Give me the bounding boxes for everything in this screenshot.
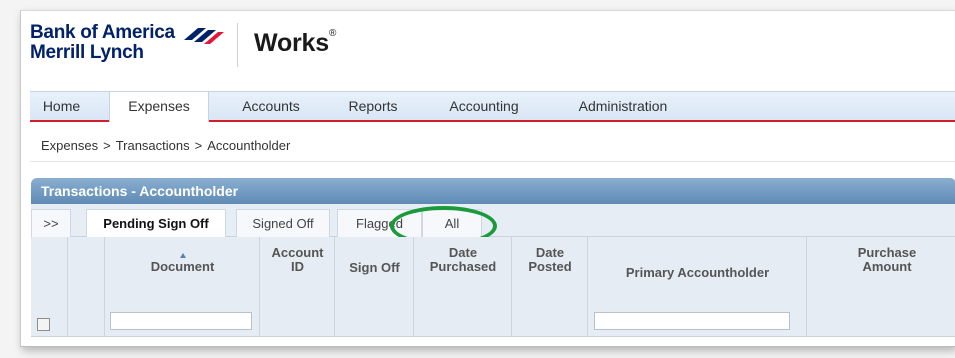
flag-icon xyxy=(184,28,224,44)
nav-administration[interactable]: Administration xyxy=(558,92,688,121)
tab-all[interactable]: All xyxy=(422,209,482,237)
purchase-amount-header[interactable]: Purchase Amount xyxy=(853,246,921,274)
breadcrumb-accountholder: Accountholder xyxy=(207,138,291,153)
date-posted-header[interactable]: Date Posted xyxy=(524,246,576,274)
sign-off-header[interactable]: Sign Off xyxy=(335,261,414,275)
panel-title: Transactions - Accountholder xyxy=(31,178,955,204)
sort-ascending-icon xyxy=(179,253,186,258)
tab-flagged[interactable]: Flagged xyxy=(337,209,422,237)
breadcrumb-transactions[interactable]: Transactions xyxy=(116,138,190,153)
bank-logo: Bank of America Merrill Lynch xyxy=(30,22,224,63)
account-id-header[interactable]: Account ID xyxy=(264,246,331,274)
breadcrumb-expenses[interactable]: Expenses xyxy=(41,138,98,153)
nav-reports[interactable]: Reports xyxy=(333,92,413,121)
app-window: Bank of America Merrill Lynch Works® Hom… xyxy=(20,10,955,347)
transactions-grid: Document Account ID Sign Off Date Purcha… xyxy=(31,237,955,337)
nav-accounts[interactable]: Accounts xyxy=(224,92,318,121)
nav-expenses[interactable]: Expenses xyxy=(109,92,209,122)
nav-home[interactable]: Home xyxy=(34,92,89,121)
primary-accountholder-header[interactable]: Primary Accountholder xyxy=(588,266,807,280)
document-column: Document xyxy=(105,237,260,337)
tab-signed-off[interactable]: Signed Off xyxy=(236,209,330,237)
main-nav: Home Expenses Accounts Reports Accountin… xyxy=(30,91,955,122)
flag-column xyxy=(68,237,105,337)
tab-pending-sign-off[interactable]: Pending Sign Off xyxy=(86,209,226,237)
date-purchased-header[interactable]: Date Purchased xyxy=(426,246,500,274)
document-header[interactable]: Document xyxy=(105,253,260,274)
primary-accountholder-column: Primary Accountholder xyxy=(588,237,807,337)
accountholder-filter-input[interactable] xyxy=(594,312,790,330)
brand-line-1: Bank of America xyxy=(30,22,175,43)
select-all-checkbox[interactable] xyxy=(37,318,50,331)
breadcrumb: Expenses > Transactions > Accountholder xyxy=(41,138,290,153)
account-id-column: Account ID xyxy=(260,237,335,337)
select-column xyxy=(31,237,68,337)
product-name: Works® xyxy=(254,27,337,57)
date-posted-column: Date Posted xyxy=(512,237,588,337)
expand-panel-button[interactable]: >> xyxy=(31,209,71,237)
nav-accounting[interactable]: Accounting xyxy=(428,92,540,121)
document-filter-input[interactable] xyxy=(110,312,252,330)
logo-divider xyxy=(237,23,238,67)
date-purchased-column: Date Purchased xyxy=(414,237,512,337)
brand-line-2: Merrill Lynch xyxy=(30,42,144,63)
sign-off-column: Sign Off xyxy=(335,237,414,337)
breadcrumb-divider xyxy=(30,161,955,162)
transaction-tabs: >> Pending Sign Off Signed Off Flagged A… xyxy=(31,204,955,237)
breadcrumb-separator: > xyxy=(103,138,111,153)
purchase-amount-column: Purchase Amount xyxy=(807,237,955,337)
document-header-label: Document xyxy=(150,259,215,274)
breadcrumb-separator: > xyxy=(194,138,203,153)
